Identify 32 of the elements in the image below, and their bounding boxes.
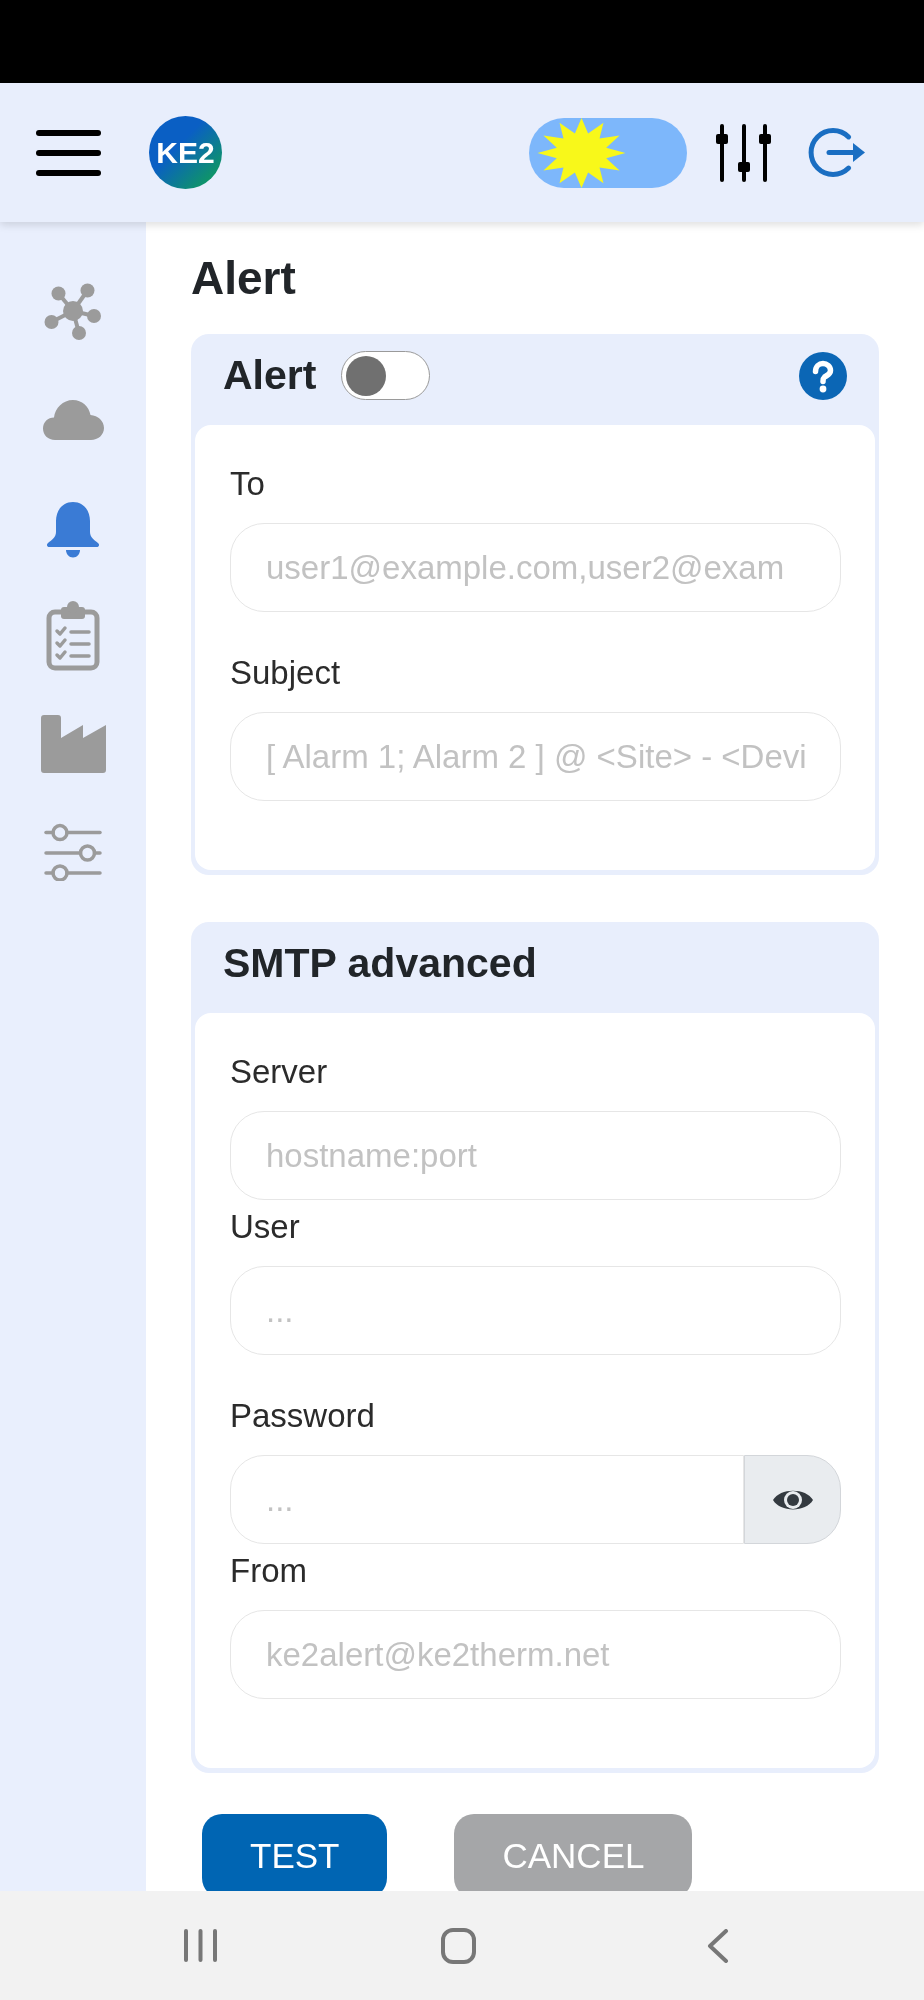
back-icon[interactable] [707, 1928, 729, 1963]
recent-apps-icon[interactable] [184, 1929, 217, 1962]
card-title: Alert [223, 352, 317, 399]
settings-sliders-icon[interactable] [713, 122, 773, 183]
card-title: SMTP advanced [223, 940, 537, 987]
home-icon[interactable] [441, 1927, 476, 1964]
clipboard-icon[interactable] [46, 601, 100, 671]
sliders-icon[interactable] [44, 823, 102, 881]
field-label: To [230, 465, 266, 503]
field-label: Password [230, 1397, 376, 1435]
text-field[interactable]: ke2alert@ke2therm.net [230, 1610, 841, 1699]
field-label: User [230, 1208, 301, 1246]
field-label: Subject [230, 654, 342, 692]
help-icon[interactable] [799, 351, 847, 400]
toggle-switch[interactable] [341, 351, 431, 400]
show-password-button[interactable] [744, 1455, 841, 1544]
text-field[interactable]: hostname:port [230, 1111, 841, 1200]
password-field[interactable]: ... [230, 1455, 744, 1544]
logout-icon[interactable] [807, 126, 866, 179]
factory-icon[interactable] [40, 715, 106, 773]
field-label: From [230, 1552, 308, 1590]
text-field[interactable]: [ Alarm 1; Alarm 2 ] @ <Site> - <Devi [230, 712, 841, 801]
menu-icon[interactable] [36, 129, 101, 176]
text-field[interactable]: ... [230, 1266, 841, 1355]
logo: KE2 [149, 116, 222, 189]
field-label: Server [230, 1053, 329, 1091]
test-button[interactable]: TEST [202, 1814, 388, 1891]
sun-icon [537, 117, 626, 188]
page-title: Alert [191, 252, 297, 304]
cloud-icon[interactable] [42, 400, 104, 440]
network-icon[interactable] [44, 283, 102, 341]
text-field[interactable]: user1@example.com,user2@exam [230, 523, 841, 612]
